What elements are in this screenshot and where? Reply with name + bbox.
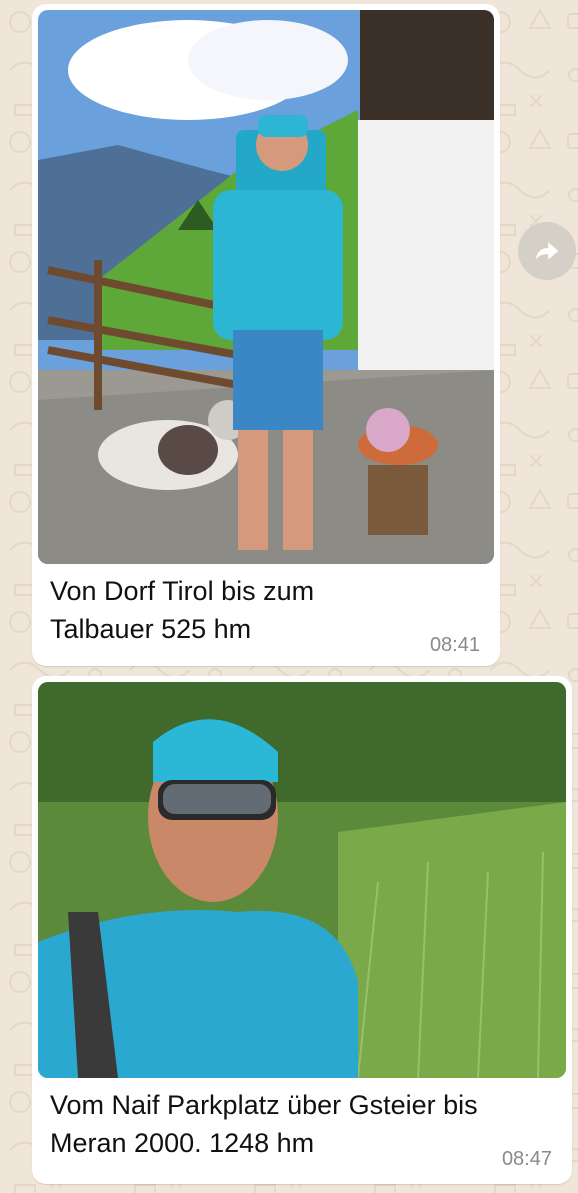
message-caption-2: Vom Naif Parkplatz über Gsteier bis Mera… <box>50 1090 478 1158</box>
message-caption-1: Von Dorf Tirol bis zum Talbauer 525 hm <box>50 576 315 644</box>
message-photo-2[interactable] <box>38 682 566 1078</box>
photo-woman-with-dog <box>38 10 494 564</box>
photo-selfie <box>38 682 566 1078</box>
message-bubble-2[interactable]: Vom Naif Parkplatz über Gsteier bis Mera… <box>32 676 572 1184</box>
forward-button[interactable] <box>518 222 576 280</box>
message-photo-1[interactable] <box>38 10 494 564</box>
message-time-1: 08:41 <box>429 634 480 656</box>
message-time-2: 08:47 <box>501 1148 552 1170</box>
message-bubble-1[interactable]: Von Dorf Tirol bis zum Talbauer 525 hm 0… <box>32 4 500 666</box>
forward-arrow-icon <box>535 242 559 260</box>
